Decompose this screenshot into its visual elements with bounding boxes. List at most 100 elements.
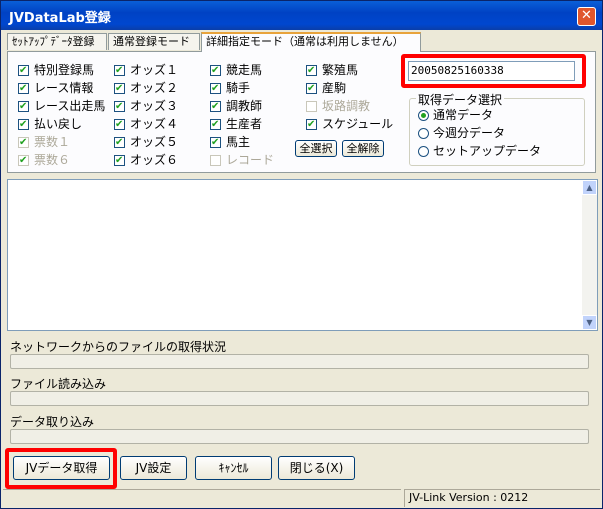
data-select-title: 取得データ選択 [416,91,505,108]
checkbox-col1-1[interactable]: レース情報 [18,80,94,97]
scroll-down-icon[interactable]: ▼ [582,315,597,330]
tab-normal-mode[interactable]: 通常登録モード [108,33,200,50]
checkbox-col3-1[interactable]: 騎手 [210,80,251,97]
checkbox-label: オッズ２ [130,81,179,95]
checkbox-label: 調教師 [226,99,263,113]
checkbox-label: オッズ５ [130,135,179,149]
checkbox-box [18,99,29,115]
checkbox-box [18,135,29,151]
checkbox-box [114,135,125,151]
checkbox-label: 票数６ [34,153,71,167]
select-all-button[interactable]: 全選択 [295,140,337,157]
checkbox-col2-0[interactable]: オッズ１ [114,62,179,79]
network-progress-label: ネットワークからのファイルの取得状況 [10,340,227,354]
checkbox-col3-0[interactable]: 競走馬 [210,62,263,79]
tab-label: 詳細指定モード（通常は利用しません） [206,35,404,48]
checkbox-col1-4: 票数１ [18,134,71,151]
checkbox-col2-4[interactable]: オッズ５ [114,134,179,151]
data-import-progress-bar [10,429,589,444]
checkbox-col3-2[interactable]: 調教師 [210,98,263,115]
checkbox-col1-2[interactable]: レース出走馬 [18,98,106,115]
checkbox-label: オッズ４ [130,117,179,131]
data-import-progress-label: データ取り込み [10,415,95,429]
radio-dot [418,110,429,121]
checkbox-label: オッズ３ [130,99,179,113]
window-title: JVDataLab登録 [9,11,111,26]
checkbox-label: オッズ６ [130,153,179,167]
checkbox-label: オッズ１ [130,63,179,77]
checkbox-label: スケジュール [322,117,394,131]
checkbox-label: レース情報 [34,81,94,95]
cancel-button[interactable]: ｷｬﾝｾﾙ [195,456,272,480]
checkbox-label: 生産者 [226,117,263,131]
checkbox-label: 競走馬 [226,63,263,77]
deselect-all-button[interactable]: 全解除 [342,140,384,157]
tab-label: ｾｯﾄｱｯﾌﾟﾃﾞｰﾀ登録 [12,35,95,48]
highlight-jv-get [5,448,117,489]
radio-setup-data[interactable]: セットアップデータ [418,143,541,159]
checkbox-col4-2: 坂路調教 [306,98,370,114]
tab-label: 通常登録モード [113,35,190,48]
checkbox-label: レコード [226,153,275,167]
checkbox-box [114,99,125,115]
checkbox-col3-3[interactable]: 生産者 [210,116,263,133]
checkbox-label: 馬主 [226,135,251,149]
checkbox-box [306,117,317,133]
checkbox-box [18,81,29,97]
checkbox-box [18,63,29,79]
checkbox-box [306,81,317,97]
checkbox-col4-0[interactable]: 繁殖馬 [306,62,358,79]
checkbox-box [114,153,125,169]
radio-normal-data[interactable]: 通常データ [418,107,493,123]
file-read-progress-bar [10,391,589,406]
checkbox-col2-2[interactable]: オッズ３ [114,98,179,115]
checkbox-col1-5: 票数６ [18,152,71,169]
checkbox-box [306,63,317,79]
checkbox-label: 産駒 [322,81,347,95]
radio-dot [418,128,429,139]
main-window: JVDataLab登録 ✕ ｾｯﾄｱｯﾌﾟﾃﾞｰﾀ登録 通常登録モード 詳細指定… [0,0,603,509]
checkbox-label: 払い戻し [34,117,83,131]
radio-label: 今週分データ [433,126,506,140]
checkbox-col2-1[interactable]: オッズ２ [114,80,179,97]
checkbox-label: 騎手 [226,81,251,95]
checkbox-col3-5: レコード [210,152,274,168]
network-progress-bar [10,354,589,369]
checkbox-box [114,63,125,79]
log-scrollbar[interactable]: ▲ ▼ [582,180,597,330]
checkbox-col2-5[interactable]: オッズ６ [114,152,179,169]
checkbox-col4-1[interactable]: 産駒 [306,80,347,97]
checkbox-box [210,81,221,97]
statusbar-left [3,489,401,507]
checkbox-col4-3[interactable]: スケジュール [306,116,394,133]
title-bar[interactable]: JVDataLab登録 ✕ [1,1,602,30]
log-textarea[interactable]: ▲ ▼ [7,179,598,331]
checkbox-col1-0[interactable]: 特別登録馬 [18,62,95,79]
checkbox-label: 坂路調教 [322,99,371,113]
checkbox-box [18,117,29,133]
close-window-button[interactable]: ✕ [577,7,596,26]
checkbox-label: 票数１ [34,135,71,149]
checkbox-box [210,155,221,166]
checkbox-label: 特別登録馬 [34,63,95,77]
close-button[interactable]: 閉じる(X) [278,456,355,480]
radio-this-week-data[interactable]: 今週分データ [418,125,505,141]
highlight-timestamp [401,54,586,88]
checkbox-box [210,135,221,151]
checkbox-box [18,153,29,169]
jv-settings-button[interactable]: JV設定 [120,456,187,480]
statusbar-version: JV-Link Version : 0212 [404,489,600,507]
checkbox-box [114,117,125,133]
close-icon: ✕ [581,8,592,23]
checkbox-col1-3[interactable]: 払い戻し [18,116,83,133]
checkbox-col3-4[interactable]: 馬主 [210,134,251,151]
checkbox-box [306,101,317,112]
tab-setup-data[interactable]: ｾｯﾄｱｯﾌﾟﾃﾞｰﾀ登録 [7,33,107,50]
tab-detail-mode[interactable]: 詳細指定モード（通常は利用しません） [201,32,421,52]
scroll-up-icon[interactable]: ▲ [582,180,597,195]
checkbox-col2-3[interactable]: オッズ４ [114,116,179,133]
checkbox-label: レース出走馬 [34,99,106,113]
checkbox-box [210,63,221,79]
radio-label: セットアップデータ [433,144,542,158]
radio-dot [418,146,429,157]
